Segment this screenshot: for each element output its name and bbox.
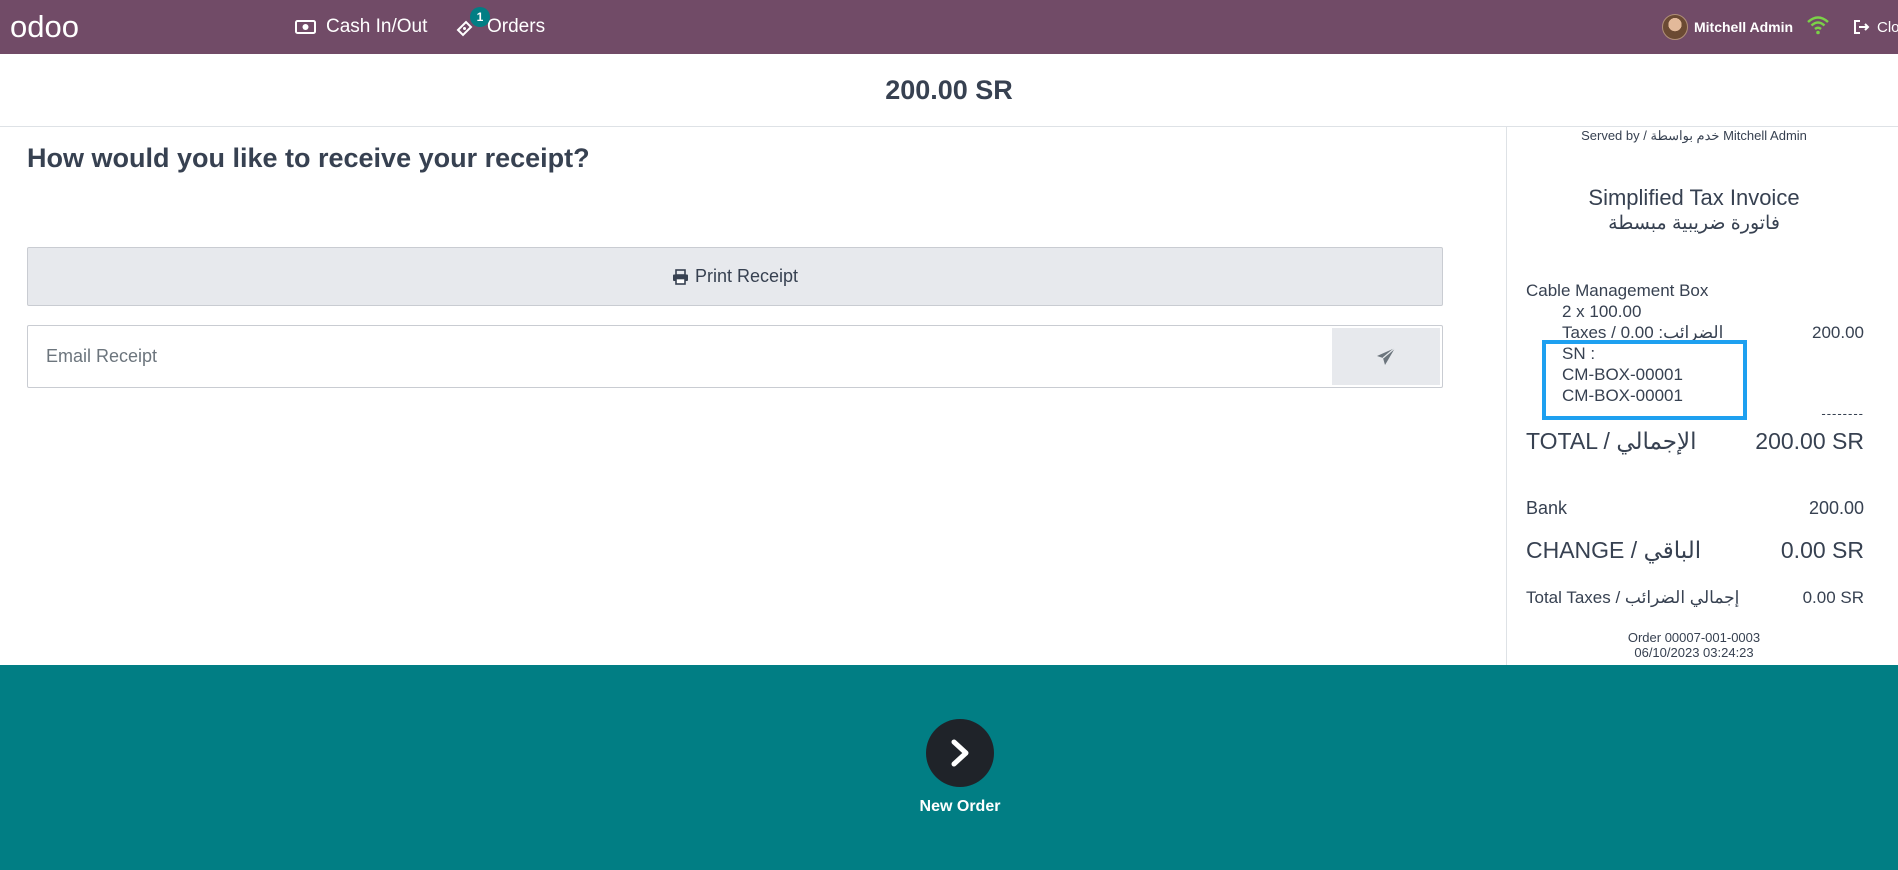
- send-email-button[interactable]: [1332, 328, 1440, 385]
- receipt-change-label: CHANGE / الباقي: [1526, 537, 1702, 563]
- cash-icon: [295, 20, 316, 34]
- receipt-total-value: 200.00 SR: [1755, 428, 1864, 454]
- receipt-title: Simplified Tax Invoice: [1588, 185, 1800, 210]
- orders-count-badge: 1: [470, 7, 490, 27]
- new-order-label[interactable]: New Order: [860, 798, 1060, 816]
- orders-button[interactable]: 1 Orders: [455, 0, 545, 54]
- receipt-title-arabic: فاتورة ضريبية مبسطة: [1608, 213, 1780, 234]
- receipt-line-price: 200.00: [1812, 323, 1864, 342]
- email-receipt-row: [27, 325, 1443, 388]
- serial-highlight-box: [1542, 340, 1747, 420]
- user-menu[interactable]: Mitchell Admin: [1662, 13, 1793, 41]
- cash-in-out-label: Cash In/Out: [326, 16, 428, 37]
- receipt-payment-amount: 200.00: [1808, 498, 1864, 518]
- receipt-total-taxes-label: Total Taxes / إجمالي الضرائب: [1526, 588, 1740, 607]
- close-label: Close: [1877, 18, 1898, 36]
- close-session-button[interactable]: Close: [1853, 0, 1898, 54]
- new-order-button[interactable]: [926, 719, 994, 787]
- receipt-order-ref: Order 00007-001-0003: [1627, 630, 1761, 645]
- receipt-line-qty: 2 x 100.00: [1562, 302, 1642, 321]
- cash-in-out-button[interactable]: Cash In/Out: [295, 0, 427, 54]
- receipt-order-date: 06/10/2023 03:24:23: [1634, 645, 1754, 660]
- receipt-change-value: 0.00 SR: [1780, 537, 1864, 563]
- receipt-question: How would you like to receive your recei…: [27, 143, 590, 173]
- odoo-logo[interactable]: odoo: [10, 10, 98, 44]
- print-receipt-button[interactable]: Print Receipt: [27, 247, 1443, 306]
- receipt-separator: --------: [1821, 406, 1864, 421]
- user-name: Mitchell Admin: [1694, 19, 1794, 35]
- orders-icon-wrap: 1: [455, 7, 490, 38]
- receipt-total-label: TOTAL / الإجمالي: [1526, 428, 1697, 454]
- receipt-served-by: Served by / خدم بواسطة Mitchell Admin: [1581, 128, 1807, 143]
- avatar: [1662, 14, 1688, 40]
- printer-icon: [672, 268, 688, 285]
- receipt-total-taxes-value: 0.00 SR: [1802, 588, 1864, 607]
- sign-out-icon: [1854, 20, 1870, 34]
- print-receipt-label: Print Receipt: [694, 266, 799, 286]
- top-navbar: odoo Cash In/Out 1 Orders Mitchell Admin: [0, 0, 1898, 54]
- svg-text:odoo: odoo: [10, 10, 79, 44]
- bottom-action-bar: New Order: [0, 665, 1898, 870]
- email-receipt-input[interactable]: [28, 326, 1328, 387]
- receipt-preview: Served by / خدم بواسطة Mitchell Admin Si…: [1506, 127, 1898, 665]
- receipt-payment-method: Bank: [1526, 498, 1568, 518]
- wifi-icon: [1807, 16, 1829, 35]
- paper-plane-icon: [1377, 347, 1396, 365]
- receipt-line-product: Cable Management Box: [1526, 281, 1709, 300]
- payment-amount-bar: 200.00 SR: [0, 54, 1898, 127]
- chevron-right-icon: [951, 739, 969, 767]
- orders-label: Orders: [487, 16, 546, 37]
- payment-amount: 200.00 SR: [885, 74, 1013, 105]
